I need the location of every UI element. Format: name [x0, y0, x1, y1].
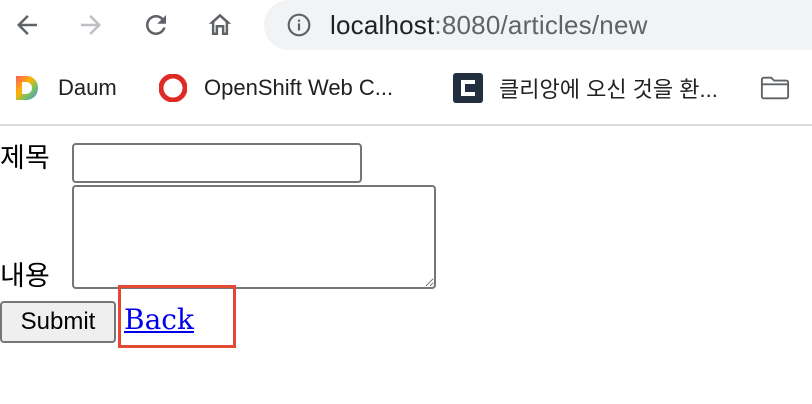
- forward-button[interactable]: [71, 7, 111, 43]
- clien-favicon: [453, 73, 483, 103]
- url-path: :8080/articles/new: [434, 9, 648, 40]
- page-content: 제목 내용 Submit Back: [0, 126, 812, 404]
- bookmark-folder[interactable]: [760, 72, 806, 104]
- address-bar[interactable]: localhost:8080/articles/new: [264, 0, 812, 50]
- title-label: 제목: [0, 143, 50, 174]
- home-button[interactable]: [200, 7, 240, 43]
- arrow-right-icon: [81, 15, 101, 35]
- arrow-left-icon: [17, 15, 37, 35]
- url-host: localhost: [330, 9, 435, 40]
- bookmark-label: 클리앙에 오신 것을 환...: [499, 77, 718, 102]
- bookmark-openshift[interactable]: OpenShift Web C...: [158, 72, 393, 104]
- back-link[interactable]: Back: [124, 302, 194, 338]
- bookmark-daum[interactable]: Daum: [12, 72, 117, 104]
- content-label: 내용: [0, 261, 50, 292]
- title-input[interactable]: [72, 143, 362, 183]
- info-icon[interactable]: [286, 12, 312, 38]
- back-button[interactable]: [7, 7, 47, 43]
- home-icon: [208, 13, 232, 35]
- bookmark-clien[interactable]: 클리앙에 오신 것을 환...: [453, 72, 718, 104]
- daum-favicon: [12, 73, 42, 103]
- openshift-favicon: [158, 73, 188, 103]
- reload-button[interactable]: [136, 7, 176, 43]
- browser-toolbar: localhost:8080/articles/new: [0, 0, 812, 52]
- bookmarks-bar: Daum OpenShift Web C... 클리앙에 오신 것을 환...: [0, 64, 812, 112]
- submit-button[interactable]: Submit: [0, 301, 116, 343]
- content-textarea[interactable]: [72, 185, 436, 289]
- reload-icon: [146, 14, 166, 35]
- bookmark-label: Daum: [58, 75, 117, 100]
- bookmark-label: OpenShift Web C...: [204, 75, 394, 100]
- folder-icon: [760, 73, 790, 103]
- url-text: localhost:8080/articles/new: [330, 10, 648, 41]
